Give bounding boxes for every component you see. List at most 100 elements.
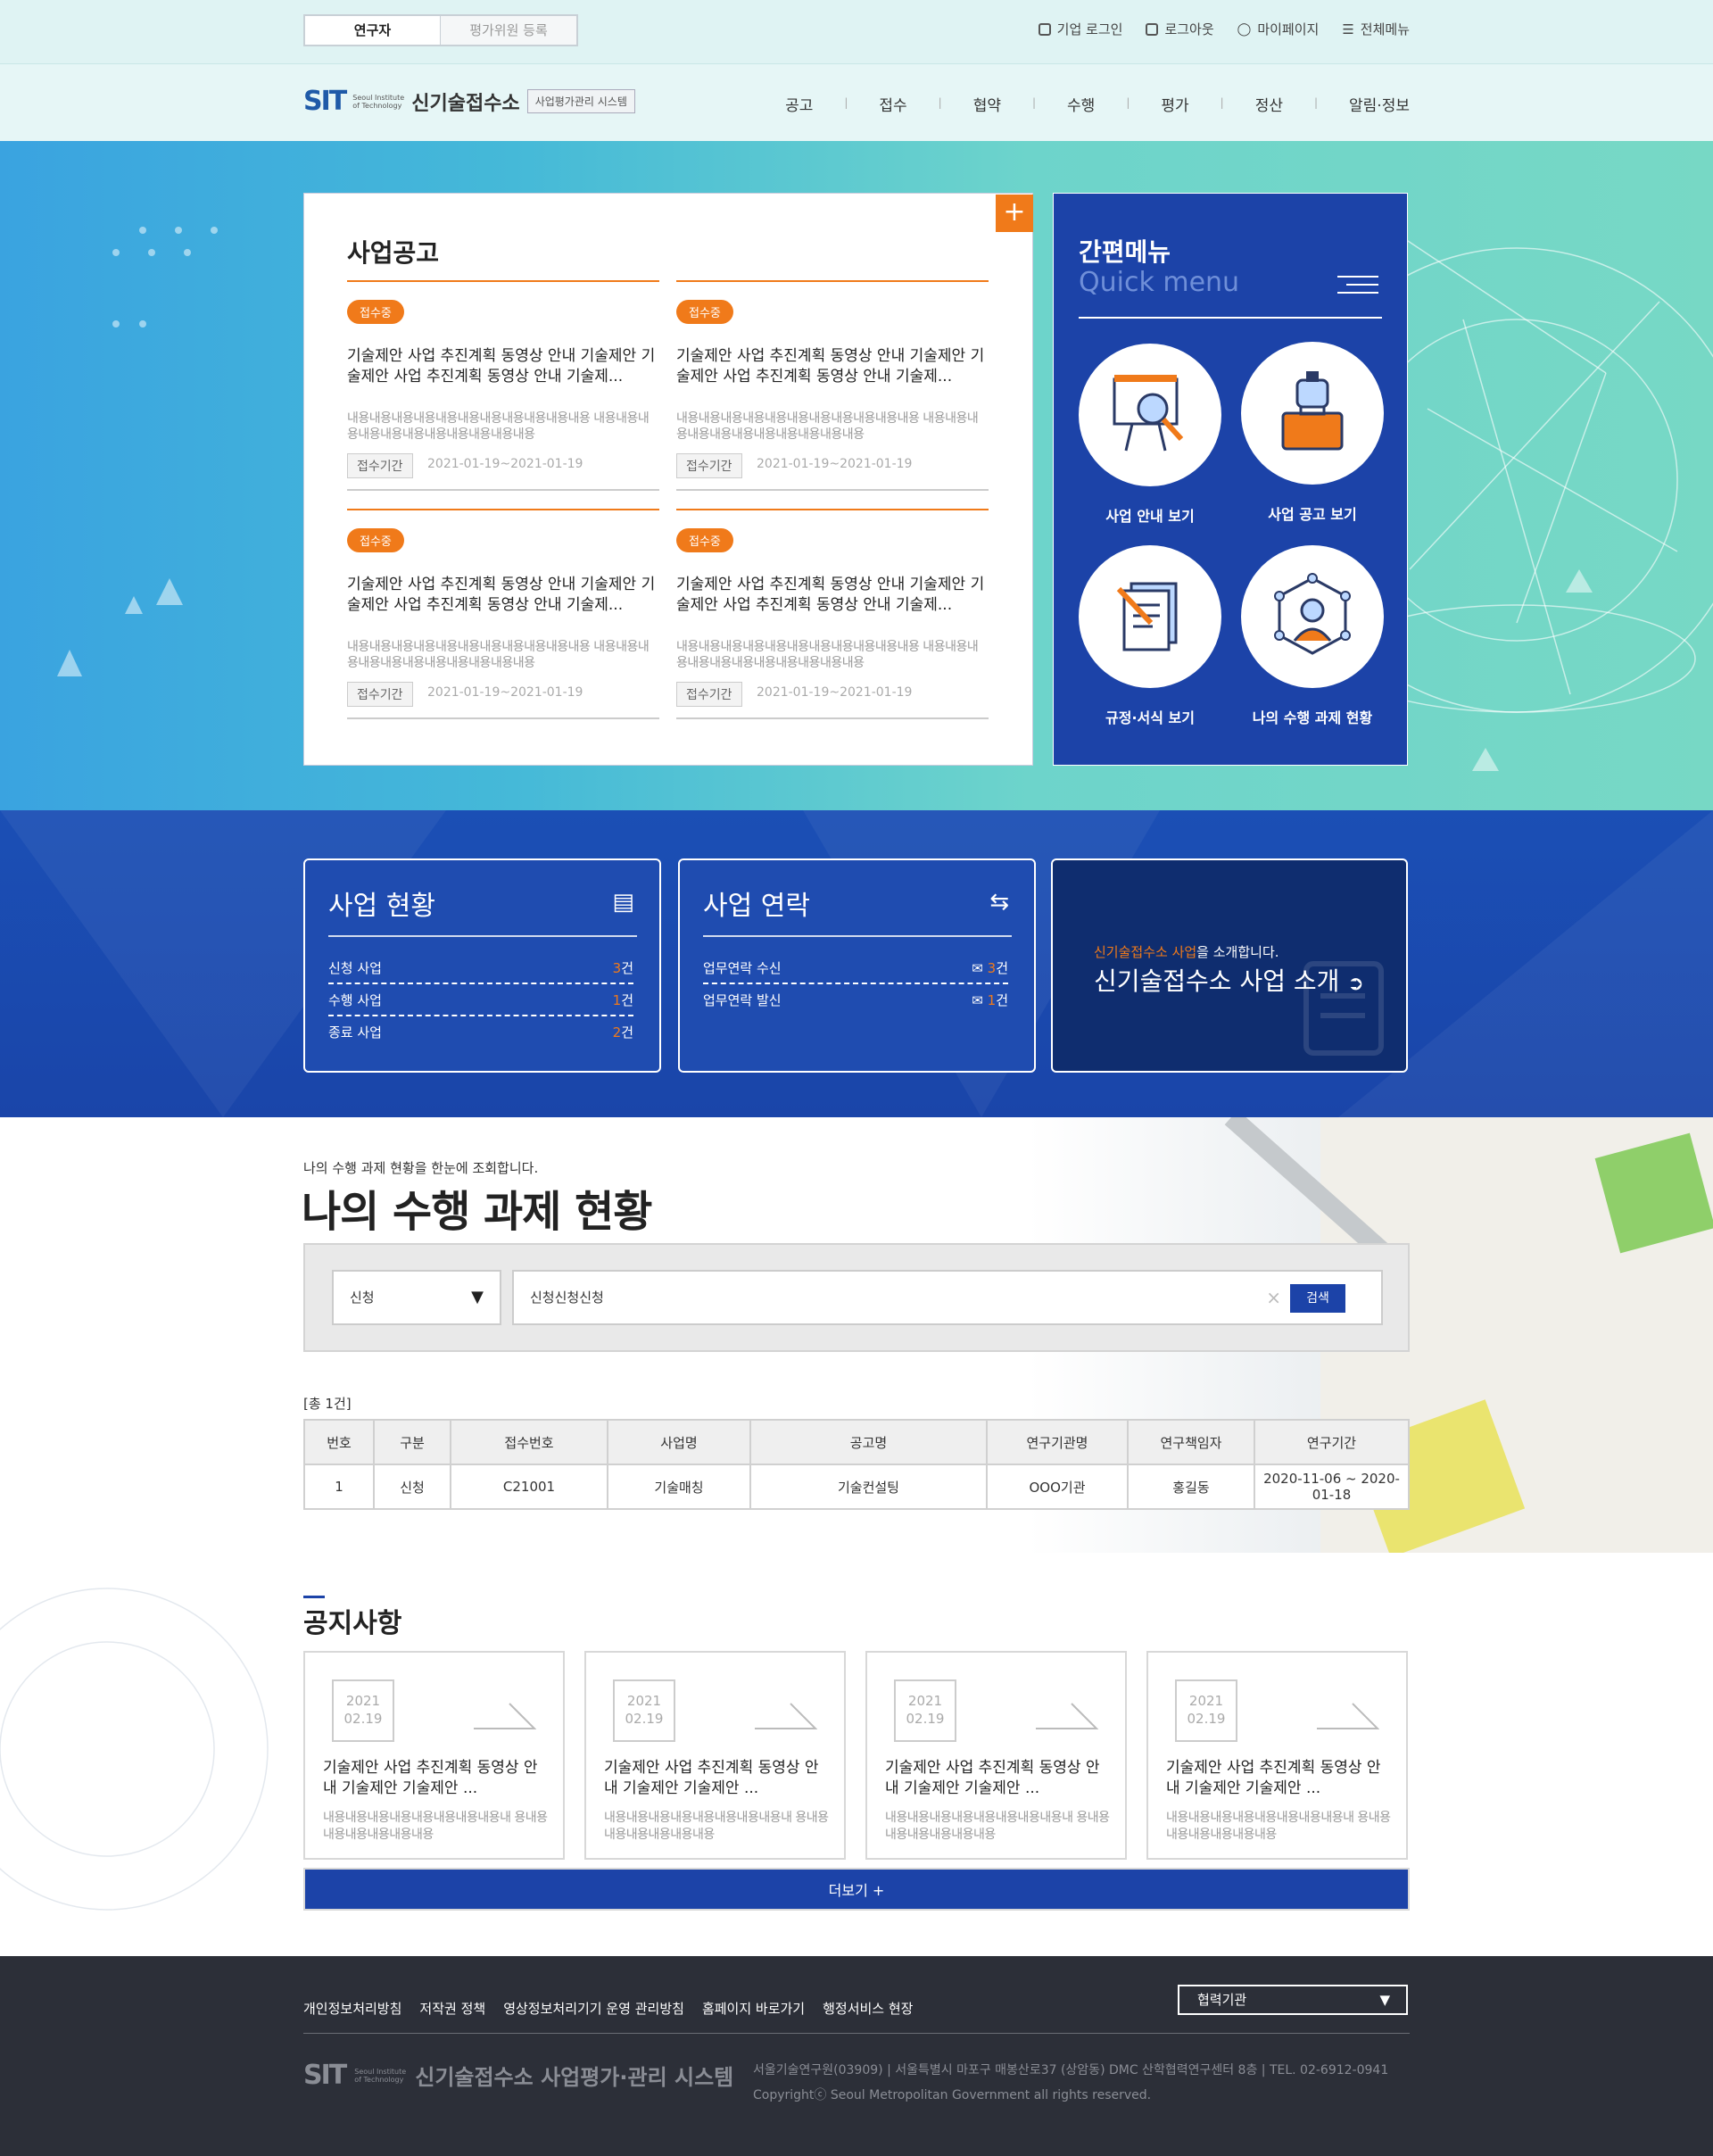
footer-link-cctv[interactable]: 영상정보처리기기 운영 관리방침 (503, 1999, 684, 2018)
notice-card[interactable]: 2021 02.19 기술제안 사업 추진계획 동영상 안내 기술제안 기술제안 … (584, 1651, 846, 1860)
notice-card[interactable]: 2021 02.19 기술제안 사업 추진계획 동영상 안내 기술제안 기술제안 … (1146, 1651, 1408, 1860)
nav-item-settlement[interactable]: 정산 (1224, 93, 1314, 115)
footer-link-homepage[interactable]: 홈페이지 바로가기 (702, 1999, 805, 2018)
status-unit: 건 (621, 1024, 633, 1041)
status-row[interactable]: 종료 사업 2건 (328, 1023, 633, 1047)
cell-business: 기술매칭 (607, 1464, 751, 1510)
caret-down-icon: ▼ (471, 1288, 484, 1306)
quick-menu-panel: 간편메뉴 Quick menu 사업 안내 보기 사업 공고 보기 규정·서식 … (1053, 193, 1408, 766)
period-tag: 접수기간 (347, 682, 413, 707)
footer-link-copyright[interactable]: 저작권 정책 (419, 1999, 485, 2018)
arrow-line-icon (474, 1703, 536, 1729)
contact-row[interactable]: 업무연락 발신 ✉ 1건 (703, 991, 1008, 1015)
col-header: 연구책임자 (1127, 1419, 1255, 1465)
notice-item[interactable]: 접수중 기술제안 사업 추진계획 동영상 안내 기술제안 기술제안 사업 추진계… (347, 509, 659, 719)
nav-item-notice[interactable]: 공고 (754, 93, 844, 115)
mypage-link[interactable]: ◯ 마이페이지 (1237, 20, 1320, 38)
notice-item[interactable]: 접수중 기술제안 사업 추진계획 동영상 안내 기술제안 기술제안 사업 추진계… (676, 280, 989, 491)
footer-divider (303, 2033, 1410, 2034)
tab-evaluator-register[interactable]: 평가위원 등록 (441, 16, 576, 45)
utility-links: 기업 로그인 로그아웃 ◯ 마이페이지 ☰ 전체메뉴 (1038, 20, 1410, 38)
logout-link[interactable]: 로그아웃 (1146, 20, 1214, 38)
company-login-link[interactable]: 기업 로그인 (1038, 20, 1122, 38)
nav-item-info[interactable]: 알림·정보 (1318, 93, 1410, 115)
notice-card[interactable]: 2021 02.19 기술제안 사업 추진계획 동영상 안내 기술제안 기술제안 … (303, 1651, 565, 1860)
search-input[interactable]: 신청신청신청 × 검색 (512, 1270, 1383, 1325)
cell-receipt-no: C21001 (450, 1464, 608, 1510)
notice-board-title: 사업공고 (347, 238, 440, 268)
footer-link-privacy[interactable]: 개인정보처리방침 (303, 1999, 401, 2018)
footer-links: 개인정보처리방침 저작권 정책 영상정보처리기기 운영 관리방침 홈페이지 바로… (303, 1999, 913, 2018)
period-tag: 접수기간 (347, 453, 413, 478)
business-intro-box[interactable]: 신기술접수소 사업을 소개합니다. 신기술접수소 사업 소개 ➲ (1051, 858, 1408, 1073)
logo-mark: SIT (303, 86, 347, 117)
task-table: 번호 구분 접수번호 사업명 공고명 연구기관명 연구책임자 연구기간 1 신청… (303, 1419, 1410, 1510)
business-contact-title: 사업 연락 (703, 891, 810, 922)
status-unit: 건 (621, 960, 633, 976)
logo-subtitle: Seoul Institute of Technology (352, 93, 405, 110)
period-date: 2021-01-19~2021-01-19 (427, 685, 583, 700)
logout-label: 로그아웃 (1164, 21, 1214, 37)
contact-row[interactable]: 업무연락 수신 ✉ 3건 (703, 958, 1008, 984)
contact-unit: 건 (996, 960, 1008, 976)
status-row[interactable]: 수행 사업 1건 (328, 991, 633, 1016)
quick-item-business-guide[interactable]: 사업 안내 보기 (1079, 344, 1221, 526)
exchange-arrows-icon: ⇆ (989, 889, 1009, 916)
lock-icon (1146, 22, 1159, 36)
nav-item-agreement[interactable]: 협약 (942, 93, 1032, 115)
nav-item-apply[interactable]: 접수 (848, 93, 938, 115)
status-label: 수행 사업 (328, 992, 382, 1008)
notice-item[interactable]: 접수중 기술제안 사업 추진계획 동영상 안내 기술제안 기술제안 사업 추진계… (347, 280, 659, 491)
notice-item-title: 기술제안 사업 추진계획 동영상 안내 기술제안 기술제안 사업 추진계획 동영… (347, 347, 656, 386)
notice-card-desc: 내용내용내용내용내용내용내용내용내 용내용내용내용내용내용내용 (604, 1811, 829, 1842)
menu-lines-icon (1337, 276, 1378, 300)
nav-item-perform[interactable]: 수행 (1036, 93, 1126, 115)
notice-card[interactable]: 2021 02.19 기술제안 사업 추진계획 동영상 안내 기술제안 기술제안 … (865, 1651, 1127, 1860)
globe-decoration (0, 1588, 269, 1911)
clear-icon[interactable]: × (1266, 1272, 1281, 1323)
all-menu-link[interactable]: ☰ 전체메뉴 (1342, 20, 1410, 38)
status-unit: 건 (621, 992, 633, 1008)
tab-researcher[interactable]: 연구자 (305, 16, 441, 45)
caret-down-icon: ▼ (1379, 1992, 1390, 2008)
business-contact-box[interactable]: 사업 연락 ⇆ 업무연락 수신 ✉ 3건 업무연락 발신 ✉ 1건 (678, 858, 1036, 1073)
notice-item-desc: 내용내용내용내용내용내용내용내용내용내용내용 내용내용내용내용내용내용내용내용내… (676, 411, 979, 442)
notices-title: 공지사항 (303, 1608, 402, 1639)
col-header: 연구기관명 (986, 1419, 1129, 1465)
table-header-row: 번호 구분 접수번호 사업명 공고명 연구기관명 연구책임자 연구기간 (303, 1419, 1410, 1465)
result-total: [총 1건] (303, 1396, 352, 1412)
footer-logo: SIT Seoul Institute of Technology 신기술접수소… (303, 2060, 734, 2091)
quick-item-label: 사업 공고 보기 (1268, 506, 1357, 523)
nav-item-evaluate[interactable]: 평가 (1130, 93, 1220, 115)
quick-item-business-notice[interactable]: 사업 공고 보기 (1241, 342, 1384, 524)
document-outline-icon (1303, 961, 1384, 1056)
business-status-box[interactable]: 사업 현황 ▤ 신청 사업 3건 수행 사업 1건 종료 사업 2건 (303, 858, 661, 1073)
table-row[interactable]: 1 신청 C21001 기술매칭 기술컨설팅 OOO기관 홍길동 2020-11… (303, 1464, 1410, 1510)
all-menu-label: 전체메뉴 (1360, 21, 1410, 37)
period-tag: 접수기간 (676, 682, 742, 707)
footer-link-charter[interactable]: 행정서비스 현장 (823, 1999, 913, 2018)
notice-card-title: 기술제안 사업 추진계획 동영상 안내 기술제안 기술제안 ... (885, 1759, 1100, 1797)
more-button[interactable]: 더보기 + (303, 1868, 1410, 1911)
notice-item[interactable]: 접수중 기술제안 사업 추진계획 동영상 안내 기술제안 기술제안 사업 추진계… (676, 509, 989, 719)
col-header: 번호 (303, 1419, 375, 1465)
briefcase-icon (1241, 342, 1384, 485)
category-select[interactable]: 신청 ▼ (332, 1270, 501, 1325)
status-label: 종료 사업 (328, 1024, 382, 1041)
contact-label: 업무연락 수신 (703, 960, 782, 976)
partner-select[interactable]: 협력기관 ▼ (1178, 1985, 1408, 2015)
notice-more-button[interactable]: + (996, 195, 1033, 232)
col-header: 사업명 (607, 1419, 751, 1465)
task-title: 나의 수행 과제 현황 (302, 1187, 652, 1237)
logo-name: 신기술접수소 (411, 92, 520, 115)
status-row[interactable]: 신청 사업 3건 (328, 958, 633, 984)
quick-item-label: 나의 수행 과제 현황 (1252, 709, 1373, 726)
contact-count: 3 (987, 960, 997, 976)
search-button[interactable]: 검색 (1290, 1284, 1345, 1313)
arrow-line-icon (755, 1703, 817, 1729)
quick-item-my-tasks[interactable]: 나의 수행 과제 현황 (1241, 545, 1384, 727)
mypage-label: 마이페이지 (1257, 21, 1320, 37)
quick-item-regulations[interactable]: 규정·서식 보기 (1079, 545, 1221, 727)
arrow-line-icon (1036, 1703, 1098, 1729)
site-logo[interactable]: SIT Seoul Institute of Technology 신기술접수소… (303, 86, 635, 117)
